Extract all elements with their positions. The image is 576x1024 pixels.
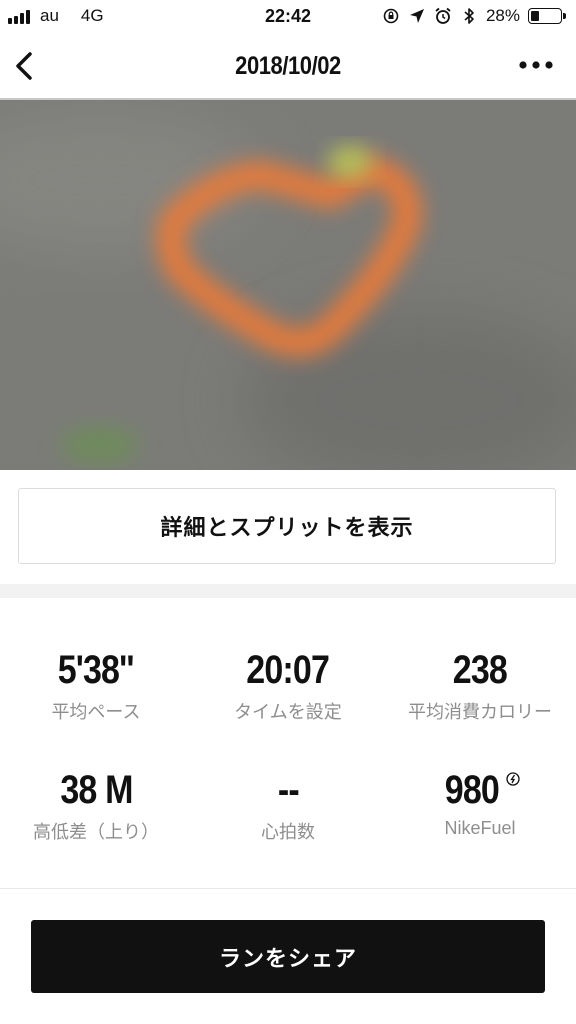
- stat-label: NikeFuel: [444, 818, 516, 838]
- stat-value: 238: [452, 648, 508, 692]
- orientation-lock-icon: [383, 8, 399, 24]
- bluetooth-icon: [464, 8, 474, 24]
- stat-label: 心拍数: [261, 822, 315, 842]
- route-map-canvas: [0, 100, 576, 470]
- stat-elevation-gain: 38 M 高低差（上り）: [0, 768, 192, 844]
- stat-label: 平均ペース: [51, 702, 141, 722]
- stat-value: 20:07: [246, 648, 331, 692]
- status-bar-right: 28%: [382, 6, 566, 26]
- location-arrow-icon: [409, 9, 424, 23]
- stat-value: 5'38'': [58, 648, 135, 692]
- stat-value: --: [277, 768, 300, 812]
- stat-average-pace: 5'38'' 平均ペース: [0, 648, 192, 724]
- stat-time: 20:07 タイムを設定: [192, 648, 384, 724]
- more-dots-icon[interactable]: [518, 54, 554, 76]
- stat-value: 980: [444, 768, 500, 812]
- battery-icon: [528, 8, 566, 24]
- view-details-splits-button[interactable]: 詳細とスプリットを表示: [18, 488, 556, 564]
- battery-percent: 28%: [485, 6, 520, 25]
- page-title: 2018/10/02: [235, 52, 341, 80]
- stat-value: 38 M: [59, 768, 133, 812]
- stat-nikefuel: 980 NikeFuel: [384, 768, 576, 839]
- share-run-button[interactable]: ランをシェア: [31, 920, 545, 993]
- stat-calories: 238 平均消費カロリー: [384, 648, 576, 724]
- status-bar: au 4G 22:42 28%: [0, 0, 576, 34]
- stat-label: タイムを設定: [234, 702, 342, 722]
- nav-bar: 2018/10/02: [0, 34, 576, 98]
- stat-label: 平均消費カロリー: [408, 702, 552, 722]
- section-separator: [0, 584, 576, 598]
- stat-heart-rate: -- 心拍数: [192, 768, 384, 844]
- alarm-icon: [435, 7, 451, 24]
- stats-divider: [0, 888, 576, 889]
- stat-label: 高低差（上り）: [33, 822, 159, 842]
- nikefuel-icon: [506, 772, 520, 786]
- route-map[interactable]: [0, 100, 576, 470]
